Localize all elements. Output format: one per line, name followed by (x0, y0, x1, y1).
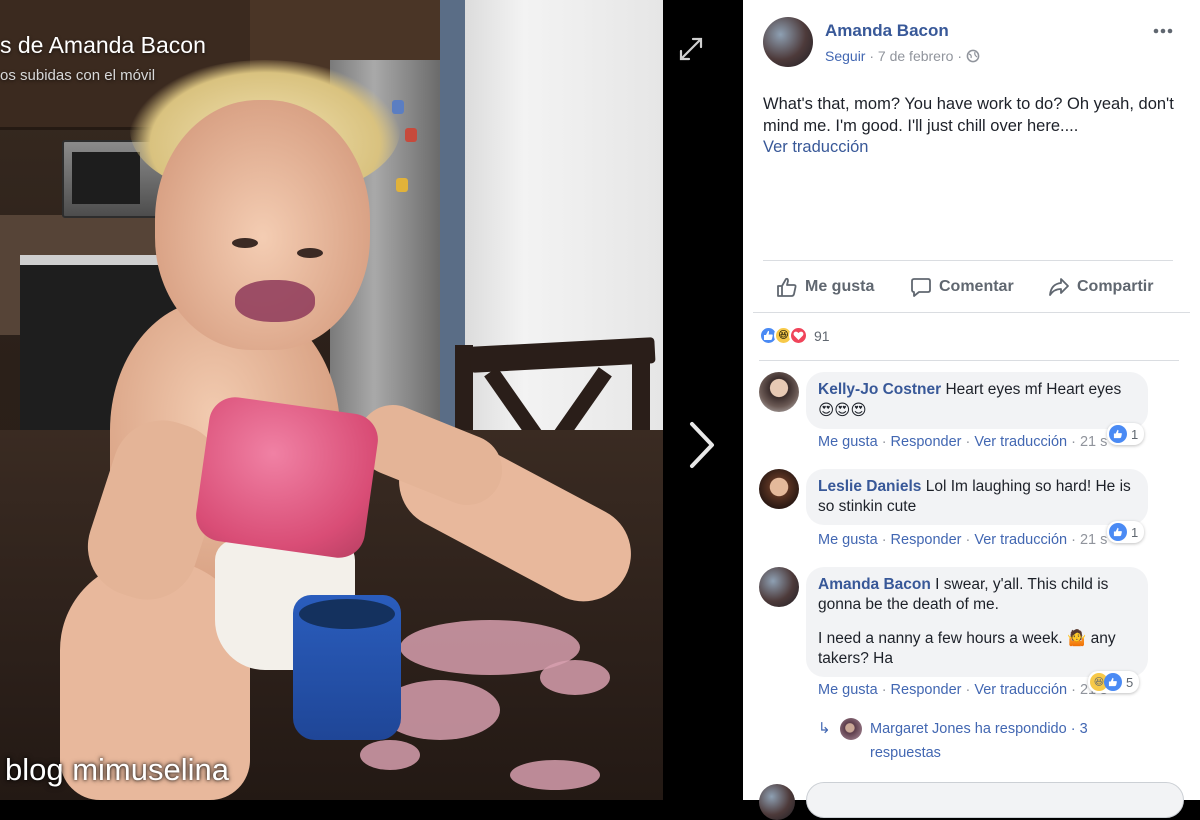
like-label: Me gusta (805, 278, 875, 295)
author-avatar[interactable] (763, 17, 813, 67)
like-reaction-icon (1109, 425, 1127, 443)
comment-paragraph: I need a nanny a few hours a week. 🤷 any… (818, 628, 1136, 669)
author-name[interactable]: Amanda Bacon (825, 21, 949, 41)
comment-bubble: Leslie Daniels Lol Im laughing so hard! … (806, 469, 1148, 525)
comment-reaction-badge[interactable]: 1 (1107, 423, 1145, 445)
photo-viewer: s de Amanda Bacon os subidas con el móvi… (0, 0, 1200, 820)
post-date[interactable]: 7 de febrero (878, 48, 954, 64)
comment-reply-link[interactable]: Responder (891, 532, 962, 548)
comment-reply-link[interactable]: Responder (891, 682, 962, 698)
separator: · (881, 434, 891, 450)
separator: · (1071, 532, 1080, 548)
love-reaction-icon (789, 326, 808, 345)
share-button[interactable]: Compartir (1048, 272, 1153, 302)
commenter-avatar[interactable] (759, 567, 799, 607)
more-options-icon[interactable] (1151, 24, 1175, 38)
comment-text: I need a nanny a few hours a week. (818, 630, 1063, 647)
shrug-emoji: 🤷 (1067, 629, 1087, 647)
album-subtitle[interactable]: os subidas con el móvil (0, 67, 155, 84)
comment-translate-link[interactable]: Ver traducción (974, 434, 1067, 450)
replier-avatar (840, 718, 862, 740)
divider (759, 360, 1179, 361)
comment-actions: Me gusta · Responder · Ver traducción · … (818, 434, 1107, 450)
share-icon (1049, 278, 1069, 296)
separator: · (881, 682, 891, 698)
globe-icon (966, 49, 980, 63)
photo-magnet (405, 128, 417, 142)
comment-input[interactable] (806, 782, 1184, 818)
meta-separator: · (869, 48, 878, 64)
viewer-gutter (663, 0, 743, 800)
divider (753, 312, 1190, 313)
reply-arrow-icon: ↳ (818, 720, 831, 737)
commenter-avatar[interactable] (759, 372, 799, 412)
comment-author[interactable]: Leslie Daniels (818, 478, 921, 495)
reactions-summary[interactable]: 😆 91 (759, 326, 830, 345)
album-title[interactable]: s de Amanda Bacon (0, 32, 206, 59)
reaction-count: 91 (814, 327, 830, 344)
comment-time[interactable]: 21 s (1080, 532, 1107, 548)
post-text: What's that, mom? You have work to do? O… (763, 95, 1174, 135)
comment-bubble: Kelly-Jo Costner Heart eyes mf Heart eye… (806, 372, 1148, 429)
expand-icon[interactable] (678, 36, 704, 62)
view-replies-link[interactable]: ↳ Margaret Jones ha respondido · 3 respu… (818, 717, 1115, 765)
separator: · (1071, 434, 1080, 450)
translate-link[interactable]: Ver traducción (763, 138, 868, 157)
post-panel: Amanda Bacon Seguir · 7 de febrero · Wha… (743, 0, 1200, 820)
comment-reaction-count: 1 (1131, 524, 1139, 540)
like-reaction-icon (1104, 673, 1122, 691)
comment-paragraph: Amanda Bacon I swear, y'all. This child … (818, 575, 1136, 615)
comment-like-link[interactable]: Me gusta (818, 682, 878, 698)
post-meta: Seguir · 7 de febrero · (825, 48, 980, 64)
comment-actions: Me gusta · Responder · Ver traducción · … (818, 532, 1107, 548)
comment-translate-link[interactable]: Ver traducción (974, 532, 1067, 548)
comment-text: Heart eyes mf Heart eyes (945, 381, 1122, 398)
commenter-avatar[interactable] (759, 469, 799, 509)
share-label: Compartir (1077, 278, 1154, 295)
photo-spill (360, 740, 420, 770)
photo-child-mouth (235, 280, 315, 322)
photo-child-eye (297, 248, 323, 258)
comment-emoji: 😍😍😍 (818, 401, 867, 419)
comment-reply-link[interactable]: Responder (891, 434, 962, 450)
photo-spill (540, 660, 610, 695)
watermark-text: blog mimuselina (5, 752, 229, 787)
photo[interactable]: s de Amanda Bacon os subidas con el móvi… (0, 0, 663, 800)
photo-spill (510, 760, 600, 790)
comment-reaction-badge[interactable]: 1 (1107, 521, 1145, 543)
current-user-avatar (759, 784, 795, 820)
meta-separator: · (957, 48, 966, 64)
comment-bubble: Amanda Bacon I swear, y'all. This child … (806, 567, 1148, 677)
comment-reaction-badge[interactable]: 😆 5 (1088, 671, 1140, 693)
comment-reaction-count: 5 (1126, 674, 1134, 690)
next-photo-icon[interactable] (684, 418, 720, 472)
photo-pink-cup (192, 393, 382, 562)
comment-actions: Me gusta · Responder · Ver traducción · … (818, 682, 1107, 698)
divider (763, 260, 1173, 261)
photo-magnet (396, 178, 408, 192)
comment-time[interactable]: 21 s (1080, 434, 1107, 450)
comment-like-link[interactable]: Me gusta (818, 532, 878, 548)
separator: · (881, 532, 891, 548)
comment-like-link[interactable]: Me gusta (818, 434, 878, 450)
separator: · (1071, 682, 1080, 698)
comment-button[interactable]: Comentar (910, 272, 1014, 302)
like-button[interactable]: Me gusta (776, 272, 874, 302)
comment-author[interactable]: Kelly-Jo Costner (818, 381, 941, 398)
thumbs-up-icon (777, 277, 797, 297)
comment-translate-link[interactable]: Ver traducción (974, 682, 1067, 698)
comment-author[interactable]: Amanda Bacon (818, 576, 931, 593)
photo-blue-cup (293, 595, 401, 740)
photo-child-eye (232, 238, 258, 248)
comment-label: Comentar (939, 278, 1014, 295)
follow-link[interactable]: Seguir (825, 48, 865, 64)
comment-icon (911, 278, 931, 297)
replies-text: Margaret Jones ha respondido · 3 respues… (870, 721, 1088, 761)
like-reaction-icon (1109, 523, 1127, 541)
comment-reaction-count: 1 (1131, 426, 1139, 442)
